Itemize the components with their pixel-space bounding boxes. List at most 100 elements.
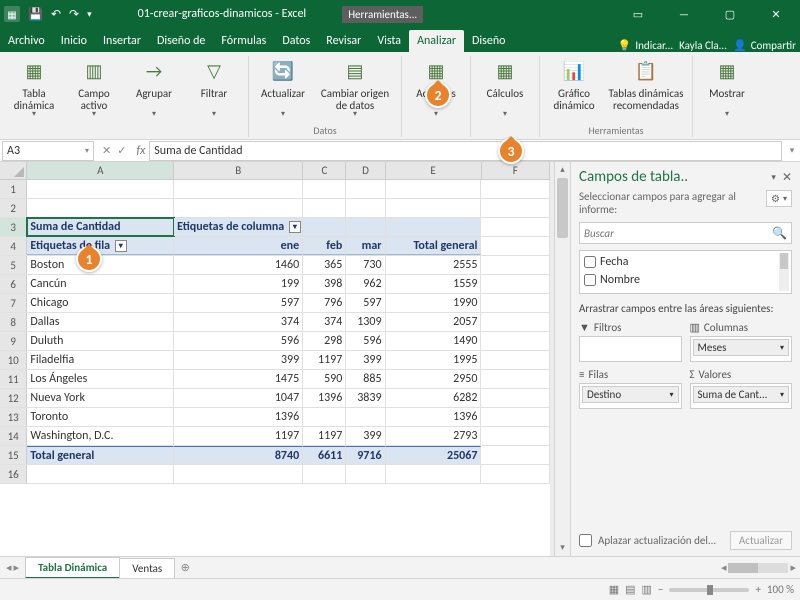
cell[interactable] <box>346 218 385 236</box>
tell-me[interactable]: 💡 Indicar... <box>618 39 673 52</box>
cell[interactable]: Total general <box>27 446 174 464</box>
cell[interactable]: Toronto <box>27 408 174 426</box>
row-header[interactable]: 1 <box>0 180 27 198</box>
cell[interactable]: 1396 <box>303 389 346 407</box>
field-search[interactable]: 🔍 <box>579 222 792 244</box>
sheet-nav-prev-icon[interactable]: ◂ <box>6 561 12 574</box>
col-header-F[interactable]: F <box>482 162 551 179</box>
zoom-in-icon[interactable]: + <box>755 583 760 596</box>
cell[interactable] <box>481 427 550 445</box>
cell[interactable]: Nueva York <box>27 389 174 407</box>
cell[interactable]: 2793 <box>386 427 482 445</box>
cell[interactable] <box>481 294 550 312</box>
zoom-slider[interactable] <box>669 588 749 592</box>
cell[interactable]: 6282 <box>386 389 482 407</box>
cell[interactable] <box>303 199 346 217</box>
cell[interactable]: 590 <box>303 370 346 388</box>
cell[interactable]: Suma de Cantidad <box>27 218 174 236</box>
zoom-out-icon[interactable]: − <box>658 583 663 596</box>
cell[interactable] <box>481 237 550 255</box>
cell[interactable]: 1990 <box>386 294 482 312</box>
cell[interactable] <box>481 351 550 369</box>
cell[interactable]: Total general <box>386 237 482 255</box>
col-header-D[interactable]: D <box>346 162 385 179</box>
cell[interactable]: 1047 <box>174 389 303 407</box>
cell[interactable] <box>481 332 550 350</box>
cell[interactable]: 1396 <box>174 408 303 426</box>
vertical-scrollbar[interactable]: ▴ ▾ <box>554 162 570 556</box>
tab-insertar[interactable]: Insertar <box>95 30 149 52</box>
cell[interactable]: ene <box>174 237 303 255</box>
view-layout-icon[interactable]: ▤ <box>625 583 635 596</box>
field-search-input[interactable] <box>584 227 772 240</box>
cell[interactable]: 399 <box>346 427 385 445</box>
update-button[interactable]: Actualizar <box>730 531 792 550</box>
cancel-formula-icon[interactable]: ✕ <box>102 144 111 157</box>
val-chip[interactable]: Suma de Cant...▾ <box>693 386 790 403</box>
cell[interactable]: 399 <box>174 351 303 369</box>
cell[interactable]: 885 <box>346 370 385 388</box>
cell[interactable]: 1309 <box>346 313 385 331</box>
cell[interactable]: 199 <box>174 275 303 293</box>
cell[interactable] <box>481 218 550 236</box>
row-header[interactable]: 9 <box>0 332 27 350</box>
cell[interactable]: mar <box>346 237 385 255</box>
cell[interactable] <box>481 256 550 274</box>
cell[interactable]: 1490 <box>386 332 482 350</box>
row-header[interactable]: 16 <box>0 465 27 483</box>
cell[interactable]: Washington, D.C. <box>27 427 174 445</box>
cell[interactable] <box>481 199 550 217</box>
cell[interactable]: 399 <box>346 351 385 369</box>
qat-more-icon[interactable]: ▾ <box>87 9 92 20</box>
view-normal-icon[interactable]: ▦ <box>609 583 619 596</box>
defer-checkbox[interactable] <box>579 534 592 547</box>
row-header[interactable]: 2 <box>0 199 27 217</box>
cell[interactable]: Etiquetas de fila ▾ <box>27 237 174 255</box>
tab-formulas[interactable]: Fórmulas <box>213 30 274 52</box>
cell[interactable]: 1460 <box>174 256 303 274</box>
area-rows[interactable]: Destino▾ <box>579 383 682 409</box>
pivottable-button[interactable]: ▦Tabla dinámica▾ <box>6 56 62 122</box>
row-header[interactable]: 5 <box>0 256 27 274</box>
col-header-C[interactable]: C <box>303 162 346 179</box>
cell[interactable]: 2950 <box>386 370 482 388</box>
cell[interactable]: 398 <box>303 275 346 293</box>
recommended-pivottables-button[interactable]: 📋Tablas dinámicas recomendadas <box>606 56 686 122</box>
tab-diseno-pagina[interactable]: Diseño de <box>149 30 213 52</box>
worksheet-grid[interactable]: A B C D E F 123Suma de CantidadEtiquetas… <box>0 162 554 556</box>
maximize-button[interactable]: ▢ <box>710 0 750 28</box>
row-header[interactable]: 10 <box>0 351 27 369</box>
refresh-button[interactable]: 🔄Actualizar▾ <box>255 56 311 122</box>
col-header-A[interactable]: A <box>27 162 174 179</box>
cell[interactable] <box>386 199 482 217</box>
tab-revisar[interactable]: Revisar <box>318 30 369 52</box>
cell[interactable]: 1559 <box>386 275 482 293</box>
cell[interactable]: 25067 <box>386 446 482 464</box>
cell[interactable] <box>481 180 550 198</box>
row-header[interactable]: 6 <box>0 275 27 293</box>
view-pagebreak-icon[interactable]: ▥ <box>642 583 652 596</box>
group-button[interactable]: →Agrupar▾ <box>126 56 182 122</box>
sheet-tab[interactable]: Ventas <box>119 558 175 578</box>
tab-archivo[interactable]: Archivo <box>0 30 53 52</box>
tab-inicio[interactable]: Inicio <box>53 30 95 52</box>
cell[interactable]: Etiquetas de columna ▾ <box>174 218 303 236</box>
cell[interactable] <box>481 465 550 483</box>
cell[interactable]: 9716 <box>346 446 385 464</box>
cell[interactable]: 730 <box>346 256 385 274</box>
expand-formula-icon[interactable]: ▾ <box>784 145 800 156</box>
zoom-level[interactable]: 100 % <box>767 583 794 596</box>
hscroll-left-icon[interactable]: ◂ <box>721 561 727 574</box>
cell[interactable]: 298 <box>303 332 346 350</box>
row-header[interactable]: 4 <box>0 237 27 255</box>
cell[interactable]: Filadelfia <box>27 351 174 369</box>
save-icon[interactable]: 💾 <box>28 7 43 22</box>
calculations-button[interactable]: ▦Cálculos▾ <box>477 56 533 122</box>
col-header-E[interactable]: E <box>386 162 482 179</box>
cell[interactable]: 1197 <box>303 427 346 445</box>
field-list[interactable]: Fecha Nombre <box>579 250 792 294</box>
cell[interactable]: 962 <box>346 275 385 293</box>
area-filters[interactable] <box>579 336 682 362</box>
enter-formula-icon[interactable]: ✓ <box>117 144 126 157</box>
minimize-button[interactable]: — <box>664 0 704 28</box>
